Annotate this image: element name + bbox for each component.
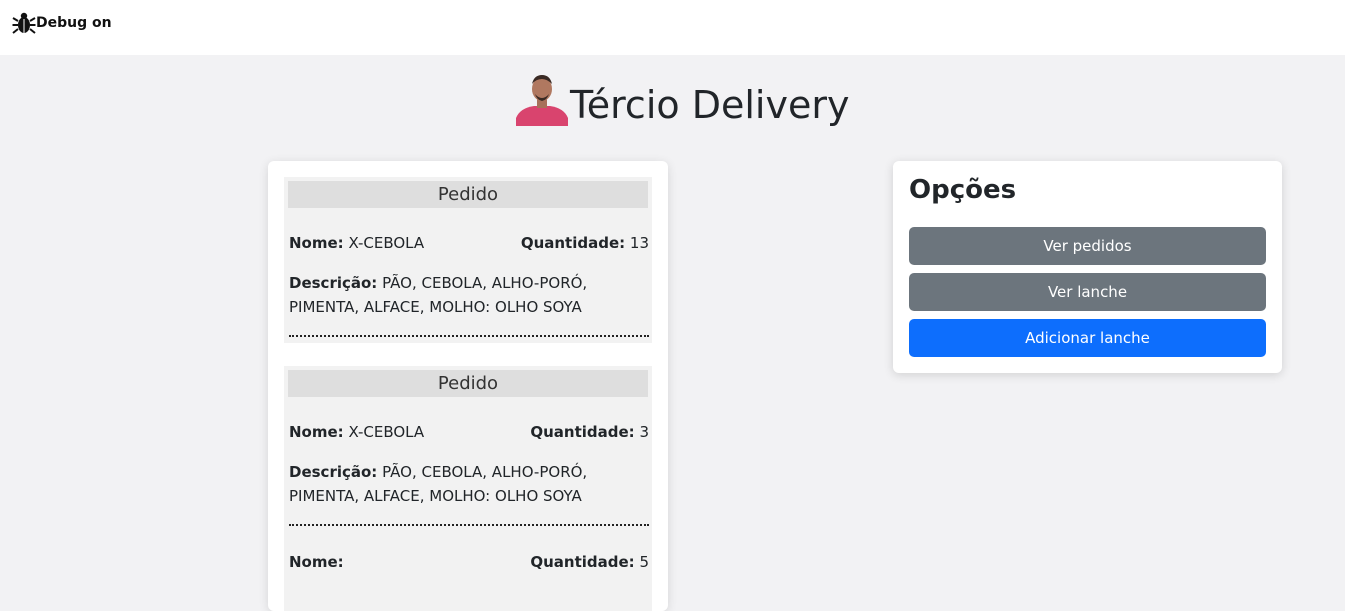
quantity-value: 13 (629, 234, 649, 252)
name-value: X-CEBOLA (348, 423, 425, 441)
view-snack-button[interactable]: Ver lanche (909, 273, 1266, 311)
order-header: Pedido (288, 181, 648, 208)
quantity-label: Quantidade: (530, 423, 635, 441)
brand-header: Tércio Delivery (514, 70, 849, 126)
dotted-divider (289, 335, 649, 337)
dotted-divider (289, 524, 649, 526)
order-name-row: Nome: Quantidade: 5 (289, 553, 649, 571)
name-label: Nome: (289, 423, 344, 441)
quantity-label: Quantidade: (530, 553, 635, 571)
order-name-row: Nome: X-CEBOLA Quantidade: 13 (289, 234, 649, 252)
name-value: X-CEBOLA (348, 234, 425, 252)
bug-icon (12, 11, 36, 35)
debug-label: Debug on (36, 15, 112, 31)
quantity-value: 3 (639, 423, 649, 441)
quantity: Quantidade: 3 (530, 423, 649, 441)
order-description: Descrição: PÃO, CEBOLA, ALHO-PORÓ, PIMEN… (289, 460, 647, 508)
options-card: Opções Ver pedidos Ver lanche Adicionar … (893, 161, 1282, 373)
description-label: Descrição: (289, 463, 378, 481)
name-label: Nome: (289, 553, 344, 571)
description-label: Descrição: (289, 274, 378, 292)
options-title: Opções (909, 175, 1017, 205)
order-description: Descrição: PÃO, CEBOLA, ALHO-PORÓ, PIMEN… (289, 271, 647, 319)
quantity-value: 5 (639, 553, 649, 571)
quantity: Quantidade: 13 (521, 234, 649, 252)
order-item: Pedido Nome: X-CEBOLA Quantidade: 13 Des… (284, 177, 652, 343)
order-header: Pedido (288, 370, 648, 397)
add-snack-button[interactable]: Adicionar lanche (909, 319, 1266, 357)
name-label: Nome: (289, 234, 344, 252)
debug-toggle[interactable]: Debug on (12, 11, 112, 35)
top-bar: Debug on (0, 0, 1345, 55)
order-item: Pedido Nome: X-CEBOLA Quantidade: 3 Desc… (284, 366, 652, 611)
view-orders-button[interactable]: Ver pedidos (909, 227, 1266, 265)
quantity: Quantidade: 5 (530, 553, 649, 571)
avatar (514, 72, 570, 126)
brand-title: Tércio Delivery (570, 83, 850, 127)
orders-card: Pedido Nome: X-CEBOLA Quantidade: 13 Des… (268, 161, 668, 611)
quantity-label: Quantidade: (520, 234, 626, 252)
order-name-row: Nome: X-CEBOLA Quantidade: 3 (289, 423, 649, 441)
